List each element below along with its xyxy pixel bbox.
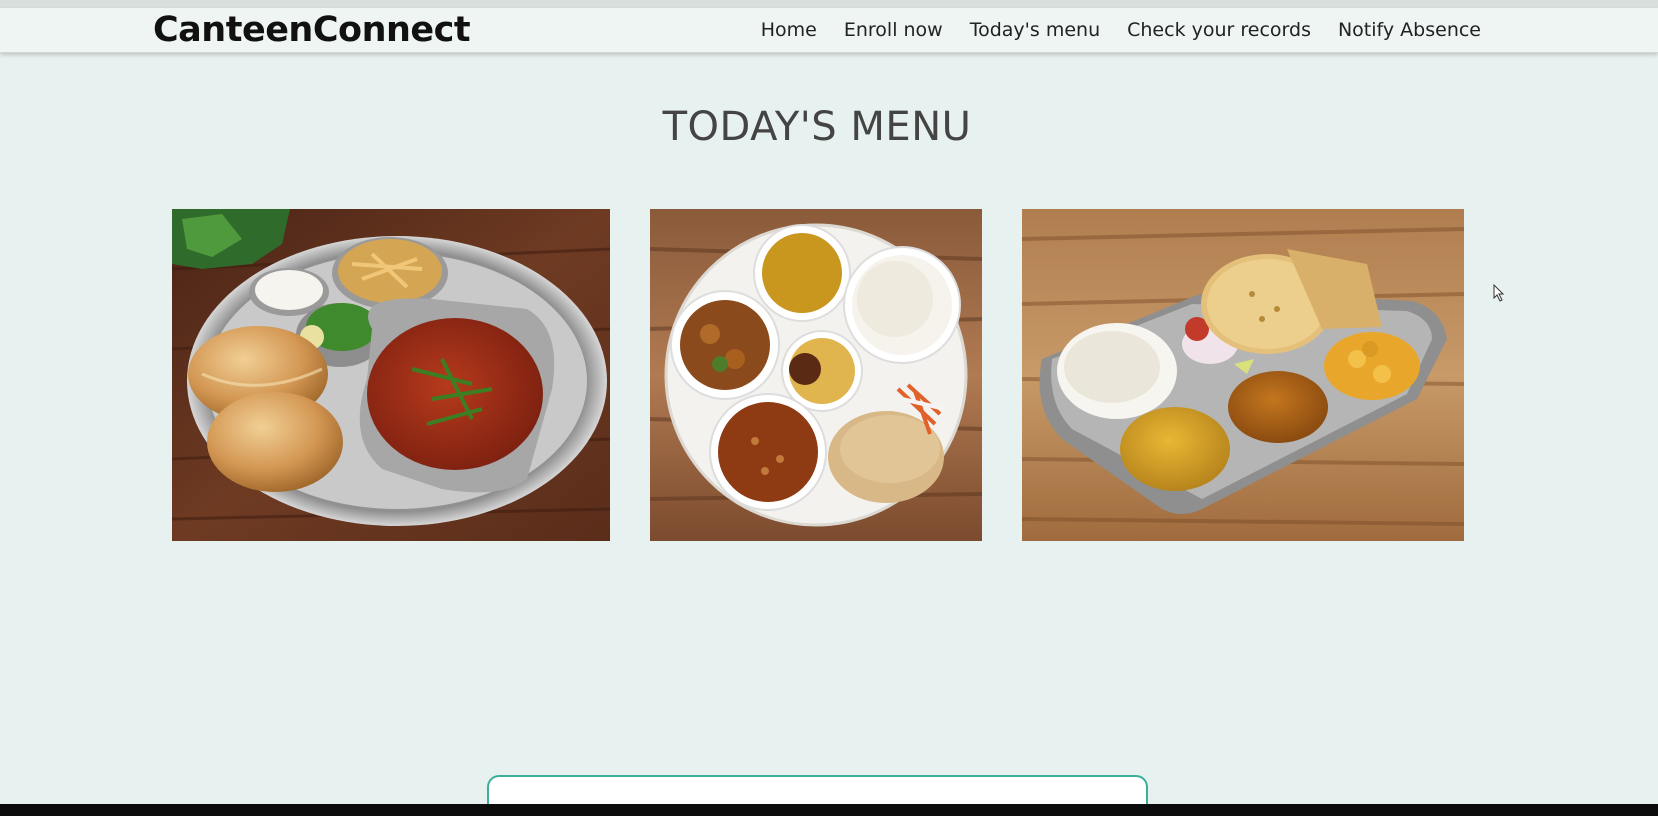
screen-bottom-bar (0, 804, 1658, 816)
navbar: CanteenConnect Home Enroll now Today's m… (0, 8, 1658, 53)
menu-image-3 (1022, 209, 1464, 541)
nav-link-enroll-now[interactable]: Enroll now (844, 19, 943, 41)
nav-link-home[interactable]: Home (761, 19, 817, 41)
nav-item-enroll: Enroll now (844, 19, 943, 41)
nav-item-home: Home (761, 19, 817, 41)
menu-image-2 (650, 209, 982, 541)
nav-item-absence: Notify Absence (1338, 19, 1481, 41)
browser-top-strip (0, 0, 1658, 8)
menu-image-1 (172, 209, 610, 541)
mouse-cursor-icon (1493, 284, 1505, 302)
nav-item-records: Check your records (1127, 19, 1311, 41)
nav-item-menu: Today's menu (970, 19, 1100, 41)
nav-link-check-records[interactable]: Check your records (1127, 19, 1311, 41)
nav-links: Home Enroll now Today's menu Check your … (761, 8, 1481, 52)
brand-logo[interactable]: CanteenConnect (153, 8, 471, 52)
page-title: TODAY'S MENU (662, 104, 972, 150)
nav-link-notify-absence[interactable]: Notify Absence (1338, 19, 1481, 41)
nav-link-todays-menu[interactable]: Today's menu (970, 19, 1100, 41)
rectangular-thali-image (1022, 209, 1464, 541)
misal-pav-plate-image (172, 209, 610, 541)
round-thali-image (650, 209, 982, 541)
